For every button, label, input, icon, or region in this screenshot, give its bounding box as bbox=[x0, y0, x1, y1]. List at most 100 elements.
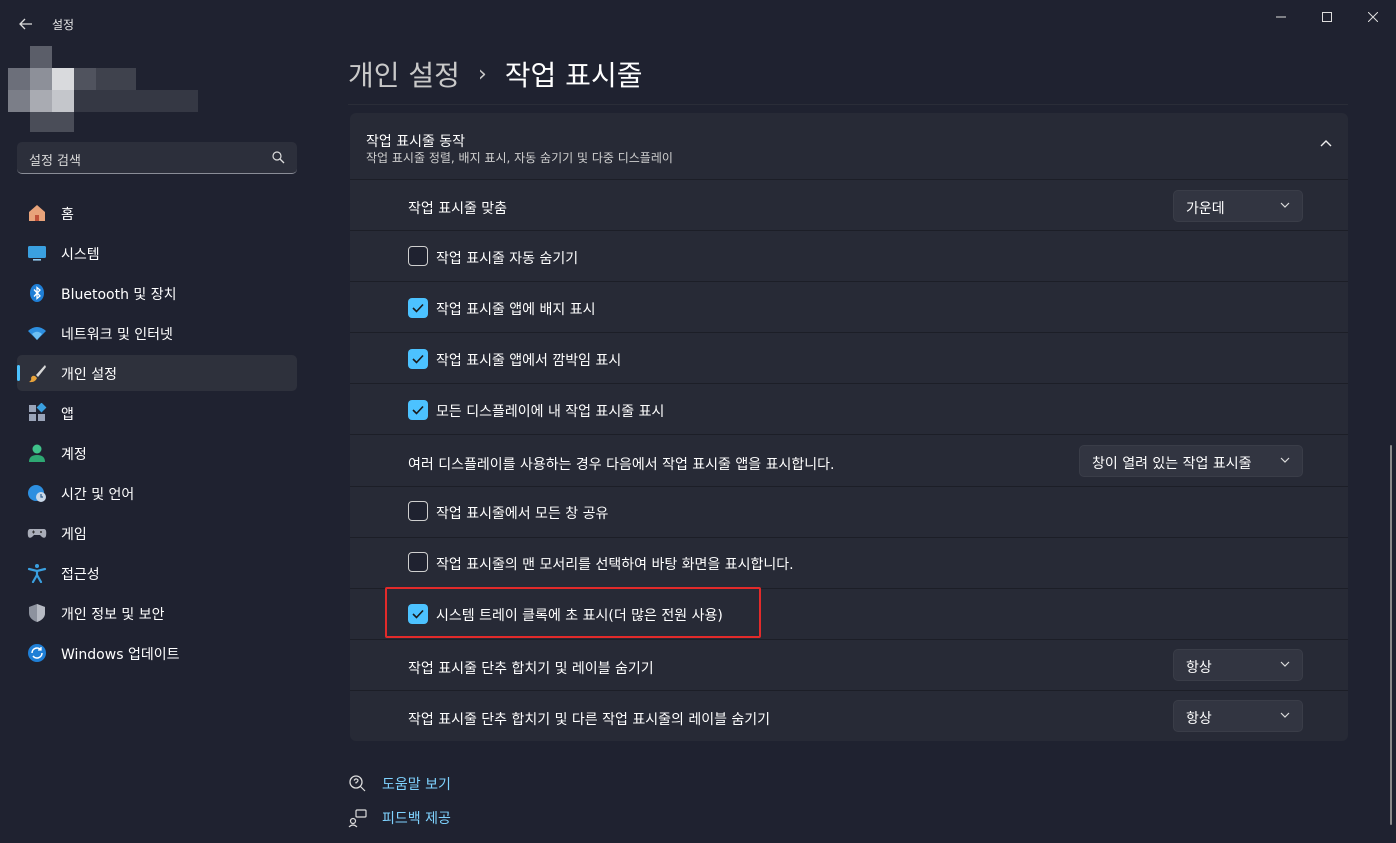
minimize-button[interactable] bbox=[1258, 0, 1304, 34]
dropdown-value: 가운데 bbox=[1186, 201, 1225, 217]
multi-display-dropdown[interactable]: 창이 열려 있는 작업 표시줄 bbox=[1079, 445, 1303, 477]
sidebar-nav: 홈 시스템 Bluetooth 및 장치 네트워크 및 인터넷 개인 설정 앱 … bbox=[17, 195, 297, 675]
back-button[interactable] bbox=[14, 12, 38, 36]
shield-icon bbox=[29, 604, 45, 622]
sidebar-item-label: 홈 bbox=[61, 207, 74, 223]
search-input[interactable]: 설정 검색 bbox=[17, 142, 297, 174]
get-help-link[interactable]: 도움말 보기 bbox=[348, 774, 451, 794]
setting-label: 작업 표시줄 단추 합치기 및 다른 작업 표시줄의 레이블 숨기기 bbox=[408, 712, 771, 728]
window-controls bbox=[1258, 0, 1396, 34]
checkmark-icon bbox=[412, 303, 424, 313]
sidebar-item-label: 접근성 bbox=[61, 567, 100, 583]
sidebar-item-network[interactable]: 네트워크 및 인터넷 bbox=[17, 315, 297, 351]
title-bar: 설정 bbox=[0, 0, 1396, 48]
sidebar-item-home[interactable]: 홈 bbox=[17, 195, 297, 231]
divider bbox=[348, 104, 1348, 105]
sidebar-item-apps[interactable]: 앱 bbox=[17, 395, 297, 431]
setting-row-combine-buttons: 작업 표시줄 단추 합치기 및 레이블 숨기기 항상 bbox=[350, 640, 1348, 691]
chevron-down-icon bbox=[1280, 712, 1290, 718]
setting-row-alignment: 작업 표시줄 맞춤 가운데 bbox=[350, 180, 1348, 231]
combine-buttons-other-dropdown[interactable]: 항상 bbox=[1173, 700, 1303, 732]
share-windows-checkbox[interactable] bbox=[408, 501, 428, 521]
close-icon bbox=[1368, 12, 1378, 22]
setting-row-share-windows: 작업 표시줄에서 모든 창 공유 bbox=[350, 487, 1348, 538]
sidebar-item-label: Windows 업데이트 bbox=[61, 647, 180, 663]
wifi-icon bbox=[28, 327, 46, 340]
sidebar-item-privacy[interactable]: 개인 정보 및 보안 bbox=[17, 595, 297, 631]
sidebar-item-label: Bluetooth 및 장치 bbox=[61, 287, 177, 303]
badges-checkbox[interactable] bbox=[408, 298, 428, 318]
auto-hide-checkbox[interactable] bbox=[408, 246, 428, 266]
setting-row-show-desktop: 작업 표시줄의 맨 모서리를 선택하여 바탕 화면을 표시합니다. bbox=[350, 538, 1348, 589]
sidebar-item-system[interactable]: 시스템 bbox=[17, 235, 297, 271]
sidebar-item-accessibility[interactable]: 접근성 bbox=[17, 555, 297, 591]
globe-clock-icon bbox=[28, 485, 46, 502]
highlight-box bbox=[385, 587, 761, 638]
checkbox-label: 작업 표시줄 앱에 배지 표시 bbox=[436, 302, 596, 318]
sidebar-item-personalization[interactable]: 개인 설정 bbox=[17, 355, 297, 391]
setting-row-badges: 작업 표시줄 앱에 배지 표시 bbox=[350, 282, 1348, 333]
sidebar-item-label: 게임 bbox=[61, 527, 87, 543]
section-subtitle: 작업 표시줄 정렬, 배지 표시, 자동 숨기기 및 다중 디스플레이 bbox=[366, 151, 673, 165]
setting-label: 작업 표시줄 맞춤 bbox=[408, 201, 508, 217]
feedback-icon bbox=[348, 809, 367, 828]
gamepad-icon bbox=[27, 529, 47, 538]
arrow-left-icon bbox=[19, 18, 32, 30]
sidebar-item-windows-update[interactable]: Windows 업데이트 bbox=[17, 635, 297, 671]
chevron-down-icon bbox=[1280, 661, 1290, 667]
section-title: 작업 표시줄 동작 bbox=[366, 134, 466, 150]
breadcrumb-parent[interactable]: 개인 설정 bbox=[348, 54, 460, 94]
close-button[interactable] bbox=[1350, 0, 1396, 34]
feedback-link[interactable]: 피드백 제공 bbox=[348, 808, 451, 828]
sidebar-item-label: 시간 및 언어 bbox=[61, 487, 135, 503]
checkbox-label: 작업 표시줄에서 모든 창 공유 bbox=[436, 506, 609, 522]
sidebar-item-label: 계정 bbox=[61, 447, 87, 463]
setting-row-multi-display: 여러 디스플레이를 사용하는 경우 다음에서 작업 표시줄 앱을 표시합니다. … bbox=[350, 435, 1348, 487]
chevron-up-icon[interactable] bbox=[1320, 139, 1332, 147]
checkmark-icon bbox=[412, 405, 424, 415]
maximize-button[interactable] bbox=[1304, 0, 1350, 34]
chevron-down-icon bbox=[1280, 202, 1290, 208]
search-icon bbox=[272, 151, 285, 164]
dropdown-value: 항상 bbox=[1186, 660, 1212, 676]
breadcrumb-separator: › bbox=[477, 61, 487, 87]
minimize-icon bbox=[1276, 16, 1286, 18]
setting-label: 여러 디스플레이를 사용하는 경우 다음에서 작업 표시줄 앱을 표시합니다. bbox=[408, 457, 835, 473]
show-desktop-checkbox[interactable] bbox=[408, 552, 428, 572]
sidebar-item-accounts[interactable]: 계정 bbox=[17, 435, 297, 471]
update-icon bbox=[28, 644, 46, 662]
apps-icon bbox=[29, 403, 47, 421]
flashing-checkbox[interactable] bbox=[408, 349, 428, 369]
breadcrumb: 개인 설정 › 작업 표시줄 bbox=[348, 54, 642, 94]
search-placeholder: 설정 검색 bbox=[29, 154, 81, 169]
home-icon bbox=[29, 205, 45, 221]
checkbox-label: 작업 표시줄 자동 숨기기 bbox=[436, 251, 579, 267]
sidebar-item-time-language[interactable]: 시간 및 언어 bbox=[17, 475, 297, 511]
account-icon bbox=[29, 444, 45, 462]
accessibility-icon bbox=[27, 564, 47, 583]
dropdown-value: 창이 열려 있는 작업 표시줄 bbox=[1092, 456, 1252, 472]
setting-row-auto-hide: 작업 표시줄 자동 숨기기 bbox=[350, 231, 1348, 282]
all-displays-checkbox[interactable] bbox=[408, 400, 428, 420]
setting-row-combine-buttons-other: 작업 표시줄 단추 합치기 및 다른 작업 표시줄의 레이블 숨기기 항상 bbox=[350, 691, 1348, 741]
sidebar-item-label: 네트워크 및 인터넷 bbox=[61, 327, 173, 343]
checkbox-label: 작업 표시줄 앱에서 깜박임 표시 bbox=[436, 353, 622, 369]
section-header[interactable]: 작업 표시줄 동작 작업 표시줄 정렬, 배지 표시, 자동 숨기기 및 다중 … bbox=[350, 113, 1348, 180]
sidebar-item-label: 개인 정보 및 보안 bbox=[61, 607, 165, 623]
sidebar-item-bluetooth[interactable]: Bluetooth 및 장치 bbox=[17, 275, 297, 311]
page-title: 작업 표시줄 bbox=[504, 59, 643, 92]
maximize-icon bbox=[1322, 12, 1332, 22]
sidebar-item-label: 시스템 bbox=[61, 247, 100, 263]
bluetooth-icon bbox=[30, 284, 44, 302]
sidebar-item-gaming[interactable]: 게임 bbox=[17, 515, 297, 551]
sidebar-item-label: 앱 bbox=[61, 407, 74, 423]
feedback-link-label: 피드백 제공 bbox=[382, 811, 451, 827]
help-link-label: 도움말 보기 bbox=[382, 777, 451, 793]
sidebar-item-label: 개인 설정 bbox=[61, 367, 117, 383]
avatar[interactable] bbox=[8, 46, 198, 132]
setting-label: 작업 표시줄 단추 합치기 및 레이블 숨기기 bbox=[408, 661, 654, 677]
scrollbar[interactable] bbox=[1390, 445, 1392, 825]
alignment-dropdown[interactable]: 가운데 bbox=[1173, 190, 1303, 222]
combine-buttons-dropdown[interactable]: 항상 bbox=[1173, 649, 1303, 681]
chevron-down-icon bbox=[1280, 457, 1290, 463]
